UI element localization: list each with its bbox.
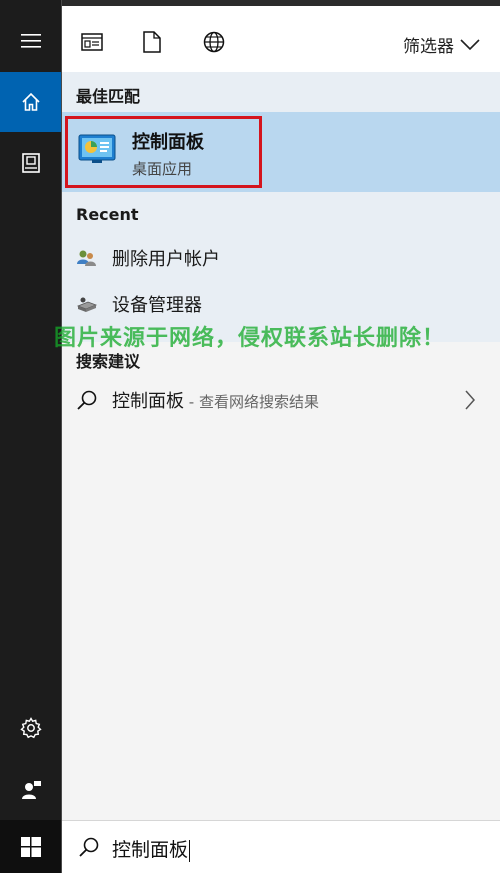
chevron-right-icon bbox=[465, 390, 476, 410]
suggestion-hint: - 查看网络搜索结果 bbox=[184, 393, 319, 411]
home-icon bbox=[21, 92, 40, 111]
documents-button[interactable] bbox=[0, 133, 61, 193]
documents-scope-button[interactable] bbox=[138, 28, 166, 56]
settings-button[interactable] bbox=[0, 698, 61, 758]
search-input-value: 控制面板 bbox=[112, 839, 189, 861]
left-rail bbox=[0, 0, 61, 873]
device-manager-icon bbox=[76, 297, 98, 312]
best-match-subtitle: 桌面应用 bbox=[132, 160, 193, 178]
recent-heading: Recent bbox=[76, 205, 139, 224]
search-scope-toolbar: 筛选器 bbox=[62, 0, 500, 72]
text-caret bbox=[189, 839, 191, 862]
search-icon bbox=[77, 390, 97, 410]
home-button[interactable] bbox=[0, 72, 61, 132]
filter-dropdown[interactable]: 筛选器 bbox=[403, 32, 480, 57]
windows-logo-icon bbox=[20, 836, 41, 857]
apps-scope-button[interactable] bbox=[78, 28, 106, 56]
menu-button[interactable] bbox=[0, 11, 61, 71]
filter-label: 筛选器 bbox=[403, 37, 454, 57]
recent-item[interactable]: 删除用户帐户 bbox=[62, 236, 500, 280]
device-doc-icon bbox=[21, 153, 40, 173]
hamburger-menu-icon bbox=[20, 34, 41, 48]
search-box[interactable]: 控制面板 bbox=[62, 820, 500, 873]
feedback-button[interactable] bbox=[0, 760, 61, 820]
document-icon bbox=[143, 31, 161, 53]
recent-item-label: 删除用户帐户 bbox=[112, 249, 220, 270]
search-icon bbox=[79, 837, 99, 857]
web-scope-button[interactable] bbox=[200, 28, 228, 56]
start-button[interactable] bbox=[0, 820, 61, 873]
search-suggestions-heading: 搜索建议 bbox=[76, 352, 141, 371]
chevron-down-icon bbox=[460, 38, 480, 50]
user-feedback-icon bbox=[21, 781, 41, 799]
best-match-title: 控制面板 bbox=[132, 132, 204, 153]
settings-gear-icon bbox=[19, 717, 42, 739]
web-suggestion-item[interactable]: 控制面板 - 查看网络搜索结果 bbox=[62, 378, 500, 422]
web-globe-icon bbox=[203, 31, 225, 53]
users-icon bbox=[77, 250, 96, 266]
suggestion-label: 控制面板 bbox=[112, 391, 184, 412]
apps-icon bbox=[81, 33, 103, 51]
best-match-heading: 最佳匹配 bbox=[76, 87, 141, 106]
recent-item-label: 设备管理器 bbox=[112, 295, 202, 316]
control-panel-icon bbox=[78, 134, 116, 163]
